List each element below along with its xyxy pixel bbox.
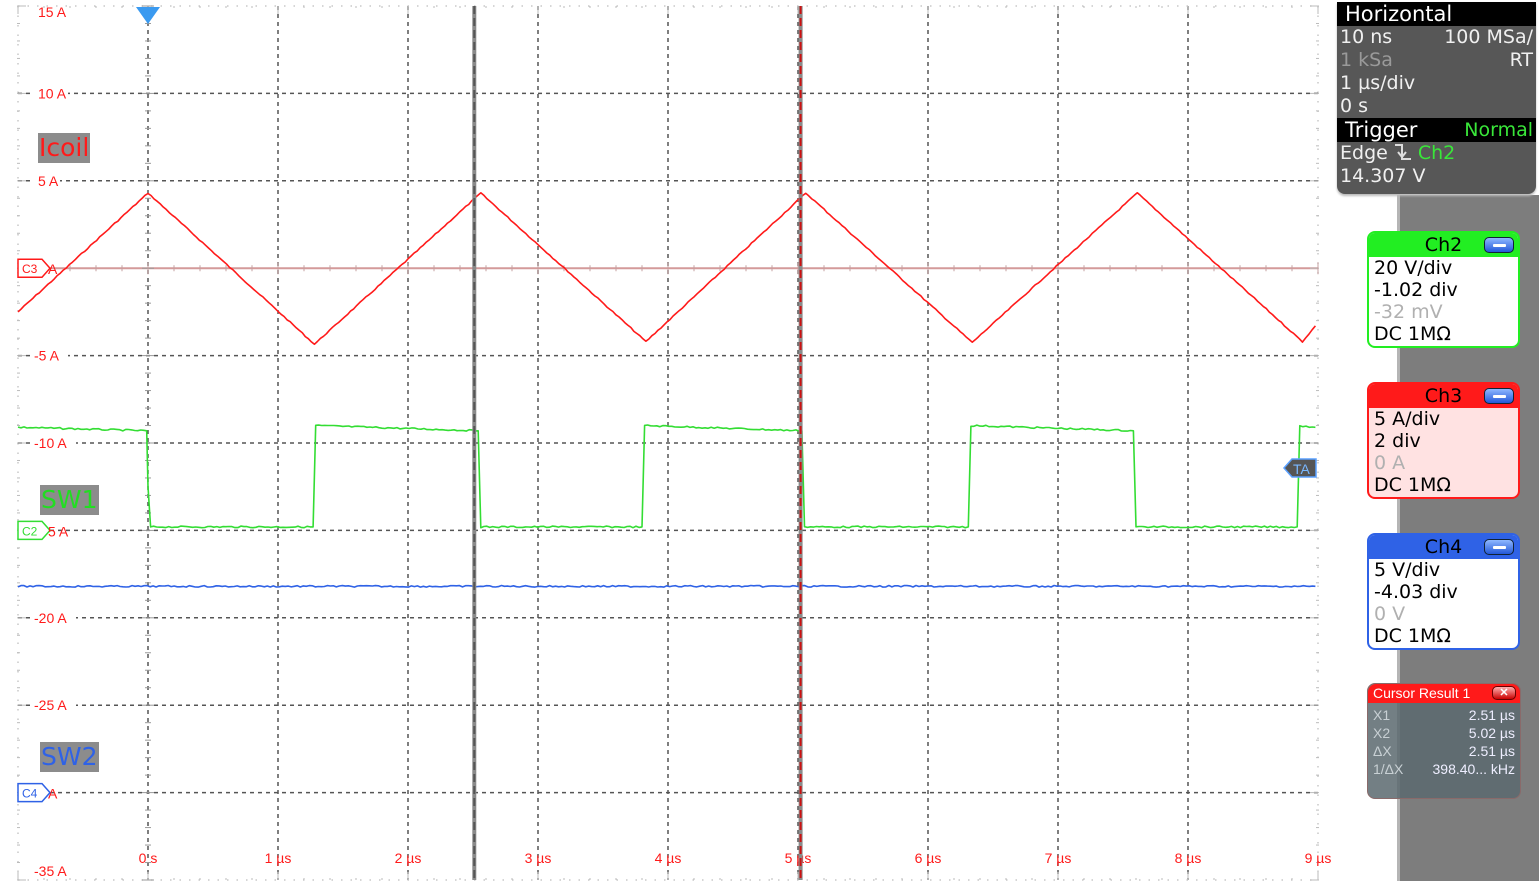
trigger-header[interactable]: Trigger Normal xyxy=(1337,118,1536,142)
horizontal-position: 0 s xyxy=(1340,95,1369,117)
trigger-position-icon xyxy=(136,7,160,24)
horizontal-header[interactable]: Horizontal xyxy=(1337,2,1536,26)
sw1-label: SW1 xyxy=(40,485,99,515)
waveform-plot: 15 A 10 A 5 A -5 A -10 A -20 A -25 A -35 A 0 s 1… xyxy=(17,4,1332,881)
y-tick-label: -20 A xyxy=(34,610,67,626)
ch4-position: -4.03 div xyxy=(1374,581,1458,603)
traces xyxy=(17,192,1317,588)
close-icon[interactable]: ✕ xyxy=(1492,686,1516,700)
cursor-key: X2 xyxy=(1373,725,1391,741)
x-tick-label: 5 µs xyxy=(785,850,812,866)
ch2-minimize-button[interactable] xyxy=(1484,237,1514,253)
ch2-offset: -32 mV xyxy=(1374,301,1443,323)
x-tick-label: 6 µs xyxy=(915,850,942,866)
record-length: 1 kSa xyxy=(1340,49,1393,71)
y-tick-label: -10 A xyxy=(34,435,67,451)
channel-box-ch2[interactable]: Ch2 20 V/div -1.02 div -32 mV DC 1MΩ xyxy=(1367,231,1520,348)
sample-rate: 100 MSa/ xyxy=(1444,26,1533,48)
x-tick-label: 0 s xyxy=(139,850,158,866)
icoil-label: Icoil xyxy=(38,133,91,163)
ch3-position: 2 div xyxy=(1374,430,1421,452)
x-axis-labels: 0 s 1 µs 2 µs 3 µs 4 µs 5 µs 6 µs 7 µs 8 µs 9 µs xyxy=(139,850,1332,866)
y-tick-label: 15 A xyxy=(38,4,67,20)
channel-box-ch3[interactable]: Ch3 5 A/div 2 div 0 A DC 1MΩ xyxy=(1367,382,1520,499)
ch3-offset: 0 A xyxy=(1374,452,1406,474)
ch4-minimize-button[interactable] xyxy=(1484,539,1514,555)
ch4-header[interactable]: Ch4 xyxy=(1369,535,1518,559)
cursor-row-x1: X1 2.51 µs xyxy=(1368,706,1520,724)
ch3-title: Ch3 xyxy=(1424,385,1463,407)
c4-marker-label: C4 xyxy=(22,787,38,801)
ch3-header[interactable]: Ch3 xyxy=(1369,384,1518,408)
trigger-type: Edge xyxy=(1340,142,1388,164)
trace-sw1 xyxy=(17,424,1316,529)
trigger-level-label: TA xyxy=(1293,461,1311,477)
x-tick-label: 4 µs xyxy=(655,850,682,866)
cursor-key: X1 xyxy=(1373,707,1391,723)
trigger-level: 14.307 V xyxy=(1340,165,1426,187)
ch2-position: -1.02 div xyxy=(1374,279,1458,301)
channel-box-ch4[interactable]: Ch4 5 V/div -4.03 div 0 V DC 1MΩ xyxy=(1367,533,1520,650)
ch2-title: Ch2 xyxy=(1424,234,1463,256)
ch3-coupling: DC 1MΩ xyxy=(1374,474,1451,496)
c3-offset-label: A xyxy=(48,261,58,277)
x-tick-label: 8 µs xyxy=(1175,850,1202,866)
y-tick-label: -25 A xyxy=(34,697,67,713)
ch3-minimize-button[interactable] xyxy=(1484,388,1514,404)
trigger-source: Ch2 xyxy=(1417,142,1456,164)
c2-marker-label: C2 xyxy=(22,524,38,538)
ch2-coupling: DC 1MΩ xyxy=(1374,323,1451,345)
ch2-scale: 20 V/div xyxy=(1374,257,1453,279)
acq-mode: RT xyxy=(1509,49,1533,71)
channel-markers: C3 A C2 5 A C4 A TA xyxy=(17,7,1317,803)
trace-sw2 xyxy=(17,584,1316,588)
cursor-value: 5.02 µs xyxy=(1468,725,1515,741)
ch3-scale: 5 A/div xyxy=(1374,408,1441,430)
trigger-mode: Normal xyxy=(1464,119,1533,141)
c2-offset-label: 5 A xyxy=(48,523,69,539)
cursor-value: 398.40... kHz xyxy=(1432,761,1516,777)
sw2-label: SW2 xyxy=(40,742,99,772)
grid xyxy=(17,5,1319,881)
ch4-offset: 0 V xyxy=(1374,603,1406,625)
x-tick-label: 2 µs xyxy=(395,850,422,866)
cursor-key: ΔX xyxy=(1373,743,1392,759)
ch4-coupling: DC 1MΩ xyxy=(1374,625,1451,647)
y-tick-label: 5 A xyxy=(38,173,59,189)
cursor-result-header[interactable]: Cursor Result 1 ✕ xyxy=(1368,684,1520,703)
falling-edge-icon xyxy=(1394,142,1412,162)
info-panel[interactable]: Horizontal 10 ns 100 MSa/ 1 kSa RT 1 µs/di… xyxy=(1337,2,1536,194)
cursor-result-box[interactable]: Cursor Result 1 ✕ X1 2.51 µs X2 5.02 µs ΔX 2… xyxy=(1367,683,1521,799)
trigger-title: Trigger xyxy=(1345,118,1418,142)
cursor-value: 2.51 µs xyxy=(1468,707,1515,723)
cursor-row-x2: X2 5.02 µs xyxy=(1368,724,1520,742)
ch4-scale: 5 V/div xyxy=(1374,559,1441,581)
time-scale: 1 µs/div xyxy=(1340,72,1416,94)
c4-offset-label: A xyxy=(48,786,58,802)
ch2-header[interactable]: Ch2 xyxy=(1369,233,1518,257)
cursor-result-title: Cursor Result 1 xyxy=(1373,685,1471,701)
x-tick-label: 9 µs xyxy=(1305,850,1332,866)
cursor-key: 1/ΔX xyxy=(1373,761,1404,777)
cursor-row-inv-dx: 1/ΔX 398.40... kHz xyxy=(1368,760,1520,778)
y-tick-label: -35 A xyxy=(34,863,67,879)
horizontal-title: Horizontal xyxy=(1345,2,1453,26)
x-tick-label: 3 µs xyxy=(525,850,552,866)
x-tick-label: 7 µs xyxy=(1045,850,1072,866)
c3-marker-label: C3 xyxy=(22,262,38,276)
y-tick-label: 10 A xyxy=(38,85,67,101)
resolution: 10 ns xyxy=(1340,26,1393,48)
oscilloscope-screen: 15 A 10 A5 A -5 A -10 A -20 A -25 A -35 A 0 s1… xyxy=(0,0,1539,891)
cursor-value: 2.51 µs xyxy=(1468,743,1515,759)
ch4-title: Ch4 xyxy=(1424,536,1463,558)
y-tick-label: -5 A xyxy=(34,348,60,364)
cursor-row-dx: ΔX 2.51 µs xyxy=(1368,742,1520,760)
x-tick-label: 1 µs xyxy=(265,850,292,866)
